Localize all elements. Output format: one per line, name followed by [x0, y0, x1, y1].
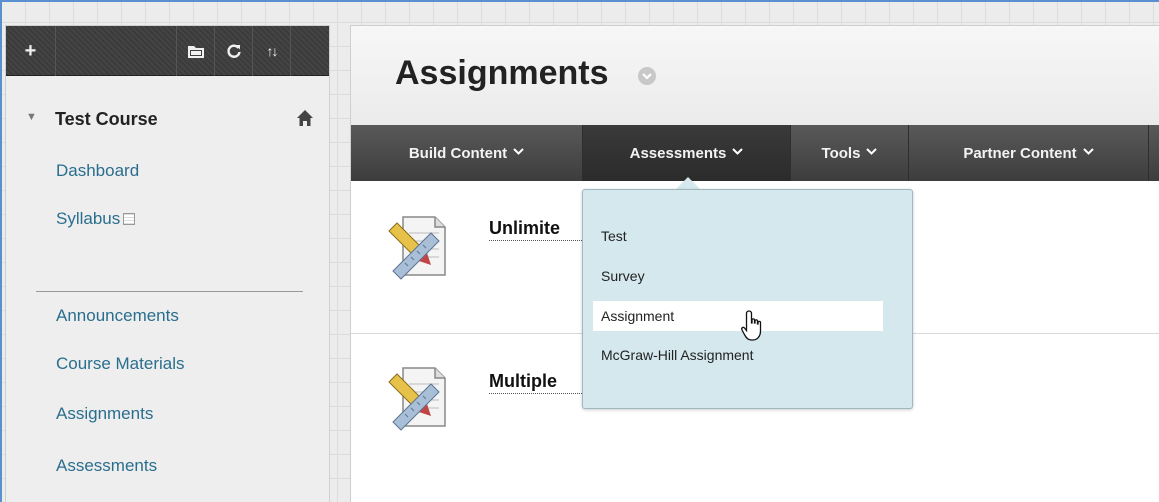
sidebar-item-label: Syllabus: [56, 209, 121, 228]
menu-label: Build Content: [408, 144, 508, 162]
tools-menu[interactable]: Tools: [791, 125, 909, 181]
assessments-menu[interactable]: Assessments: [583, 125, 791, 181]
document-icon: [123, 213, 136, 225]
chevron-down-icon: [866, 147, 878, 155]
dropdown-item-survey[interactable]: Survey: [601, 261, 645, 291]
action-bar-end: [1149, 125, 1159, 181]
partner-content-menu[interactable]: Partner Content: [909, 125, 1149, 181]
action-bar: Build Content Assessments Tools Partner …: [351, 125, 1159, 181]
sidebar-item-syllabus[interactable]: Syllabus: [56, 209, 136, 229]
dropdown-item-assignment[interactable]: Assignment: [593, 301, 883, 331]
refresh-button[interactable]: [214, 26, 252, 76]
sidebar-item-assignments[interactable]: Assignments: [56, 404, 153, 424]
page-header: Assignments: [351, 26, 1159, 125]
hand-cursor-icon: [741, 310, 762, 341]
sidebar-item-assessments[interactable]: Assessments: [56, 456, 157, 476]
sidebar-item-course-materials[interactable]: Course Materials: [56, 354, 185, 374]
content-item-title[interactable]: Multiple: [489, 371, 584, 394]
refresh-icon: [226, 44, 241, 58]
page-options-chevron-icon[interactable]: [637, 66, 657, 86]
course-header: ▼ Test Course: [6, 109, 329, 133]
add-menu-item-button[interactable]: +: [6, 26, 56, 76]
assignment-icon: [388, 216, 446, 280]
folder-view-button[interactable]: [176, 26, 214, 76]
home-icon[interactable]: [296, 109, 314, 127]
chevron-down-icon: [732, 147, 744, 155]
chevron-down-icon: [513, 147, 524, 155]
toolbar-spacer: [290, 26, 329, 76]
folder-icon: [187, 46, 204, 58]
dropdown-item-mcgraw-hill-assignment[interactable]: McGraw-Hill Assignment: [601, 340, 753, 370]
page-title: Assignments: [395, 54, 609, 92]
assignment-icon: [388, 367, 446, 431]
course-sidebar: + ↑↓ ▼ Test Course Dashboard Syllabus An…: [5, 25, 330, 502]
sidebar-item-announcements[interactable]: Announcements: [56, 306, 179, 326]
chevron-down-icon: [1082, 147, 1094, 155]
menu-label: Assessments: [629, 144, 727, 162]
menu-label: Tools: [821, 144, 861, 162]
reorder-button[interactable]: ↑↓: [252, 26, 290, 76]
build-content-menu[interactable]: Build Content: [351, 125, 583, 181]
sidebar-item-dashboard[interactable]: Dashboard: [56, 161, 139, 181]
content-item-title[interactable]: Unlimite: [489, 218, 584, 241]
assessments-dropdown: Test Survey Assignment McGraw-Hill Assig…: [582, 189, 913, 409]
sidebar-divider: [36, 291, 303, 292]
sidebar-toolbar: + ↑↓: [6, 26, 329, 76]
course-title[interactable]: Test Course: [55, 109, 158, 130]
collapse-triangle-icon[interactable]: ▼: [26, 111, 37, 123]
menu-label: Partner Content: [963, 144, 1077, 162]
dropdown-item-test[interactable]: Test: [601, 221, 627, 251]
